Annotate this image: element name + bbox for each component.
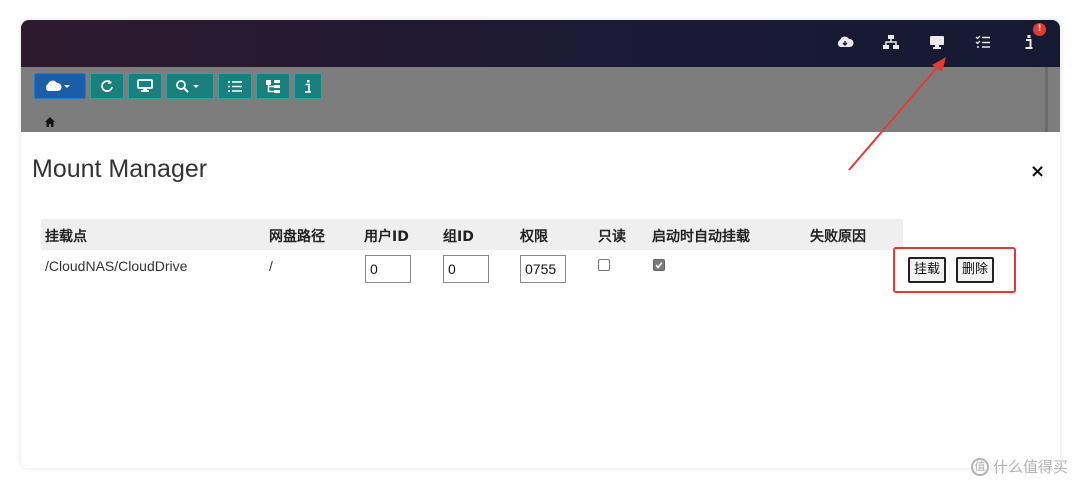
user-id-input[interactable] — [365, 255, 411, 283]
monitor-button[interactable] — [128, 73, 162, 99]
refresh-button[interactable] — [90, 73, 124, 99]
read-only-checkbox[interactable] — [598, 259, 610, 271]
drive-path-cell: / — [269, 258, 273, 274]
header-fail-reason: 失败原因 — [810, 229, 866, 245]
watermark-text: 什么值得买 — [992, 458, 1068, 476]
permission-input[interactable] — [520, 255, 566, 283]
notification-badge: ! — [1033, 23, 1046, 36]
top-navbar: ! — [21, 20, 1060, 67]
checklist-icon[interactable] — [960, 30, 1006, 54]
group-id-input[interactable] — [443, 255, 489, 283]
header-permission: 权限 — [520, 229, 548, 245]
monitor-icon[interactable] — [914, 30, 960, 54]
mount-point-cell: /CloudNAS/CloudDrive — [45, 258, 188, 274]
header-read-only: 只读 — [598, 229, 626, 245]
cloud-dropdown-button[interactable] — [34, 73, 86, 99]
network-icon[interactable] — [868, 30, 914, 54]
cloud-icon[interactable] — [822, 30, 868, 54]
watermark-logo: 值 — [970, 457, 989, 476]
dialog-title: Mount Manager — [32, 155, 208, 183]
close-icon[interactable]: × — [1030, 161, 1045, 182]
info-button[interactable] — [294, 73, 322, 99]
search-dropdown-button[interactable] — [166, 73, 214, 99]
mount-button[interactable]: 挂载 — [908, 257, 947, 283]
auto-mount-checkbox[interactable] — [653, 259, 665, 271]
header-group-id: 组ID — [443, 229, 474, 245]
toolbar — [34, 73, 322, 99]
watermark: 值 什么值得买 — [970, 456, 1068, 477]
header-auto-mount: 启动时自动挂载 — [652, 229, 750, 245]
home-icon[interactable] — [44, 113, 56, 132]
list-view-button[interactable] — [218, 73, 252, 99]
delete-button[interactable]: 删除 — [956, 257, 995, 283]
header-mount-point: 挂载点 — [45, 229, 87, 245]
header-user-id: 用户ID — [364, 229, 409, 245]
info-icon[interactable]: ! — [1006, 23, 1052, 54]
header-drive-path: 网盘路径 — [269, 229, 325, 245]
tree-view-button[interactable] — [256, 73, 290, 99]
scrollbar[interactable] — [1045, 67, 1048, 132]
file-manager-toolbar-area — [21, 67, 1060, 132]
